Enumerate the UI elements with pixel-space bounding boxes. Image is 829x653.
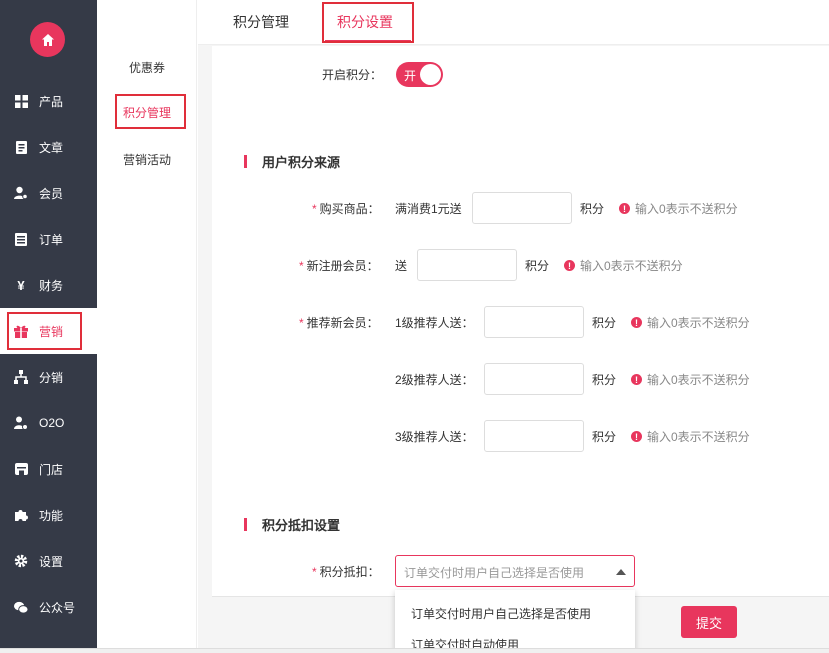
yen-icon: ¥ xyxy=(17,277,25,293)
sidebar-item-o2o[interactable]: O2O xyxy=(0,400,97,446)
toggle-label: 开 xyxy=(404,69,417,83)
hint: ! 输入0表示不送积分 xyxy=(631,428,750,445)
unit-label: 积分 xyxy=(592,316,617,330)
caret-up-icon xyxy=(616,569,626,575)
home-icon xyxy=(41,33,54,46)
section-title-points-source: 用户积分来源 xyxy=(244,152,340,171)
user-icon xyxy=(14,186,28,200)
sidebar-item-finance[interactable]: ¥ 财务 xyxy=(0,262,97,308)
gear-icon xyxy=(14,554,28,568)
sidebar-item-label: 订单 xyxy=(39,232,64,247)
sidebar-item-settings[interactable]: 设置 xyxy=(0,538,97,584)
referral-label: * 推荐新会员： xyxy=(299,316,379,330)
sidebar-item-label: 文章 xyxy=(39,140,64,155)
list-icon xyxy=(14,232,28,246)
section-marker xyxy=(244,155,247,168)
tab-points-settings[interactable]: 积分设置 xyxy=(337,12,393,32)
info-icon: ! xyxy=(631,317,642,328)
referral-level2-label: 2级推荐人送： xyxy=(395,373,474,387)
sidebar-item-distribution[interactable]: 分销 xyxy=(0,354,97,400)
referral-level1-input[interactable] xyxy=(484,306,584,338)
register-prefix: 送 xyxy=(395,259,408,273)
gift-icon xyxy=(14,324,28,338)
sidebar-item-label: 分销 xyxy=(39,370,64,385)
puzzle-icon xyxy=(14,508,28,522)
sidebar-item-label: 门店 xyxy=(39,462,64,477)
sidebar-item-label: 产品 xyxy=(39,94,64,109)
section-title-text: 用户积分来源 xyxy=(262,155,341,170)
sidebar-item-members[interactable]: 会员 xyxy=(0,170,97,216)
wechat-icon xyxy=(14,600,28,614)
bottom-scrollbar xyxy=(0,648,829,653)
sidebar-item-label: O2O xyxy=(39,416,65,430)
sidebar-item-stores[interactable]: 门店 xyxy=(0,446,97,492)
hint: ! 输入0表示不送积分 xyxy=(631,371,750,388)
sidebar-item-label: 功能 xyxy=(39,508,64,523)
sidebar-item-articles[interactable]: 文章 xyxy=(0,124,97,170)
sidebar: 产品 文章 会员 订单 ¥ 财务 营销 分销 O2O 门店 功能 设置 公众号 xyxy=(0,0,97,653)
sidebar-item-label: 设置 xyxy=(39,554,64,569)
sidebar-item-label: 财务 xyxy=(39,278,64,293)
sidebar-item-products[interactable]: 产品 xyxy=(0,78,97,124)
register-label: * 新注册会员： xyxy=(299,259,379,273)
referral-level1-label: 1级推荐人送： xyxy=(395,316,474,330)
referral-level2-input[interactable] xyxy=(484,363,584,395)
store-icon xyxy=(14,462,28,476)
subnav-item-points-management[interactable]: 积分管理 xyxy=(97,104,197,121)
hierarchy-icon xyxy=(14,370,28,384)
register-points-input[interactable] xyxy=(417,249,517,281)
section-title-text: 积分抵扣设置 xyxy=(262,518,341,533)
deduction-dropdown: 订单交付时用户自己选择是否使用 订单交付时自动使用 xyxy=(395,590,635,653)
section-marker xyxy=(244,518,247,531)
document-icon xyxy=(14,140,28,154)
unit-label: 积分 xyxy=(592,430,617,444)
info-icon: ! xyxy=(564,260,575,271)
sidebar-item-marketing[interactable]: 营销 xyxy=(0,308,97,354)
sidebar-item-label: 公众号 xyxy=(39,600,76,615)
sidebar-item-label: 会员 xyxy=(39,186,64,201)
home-button[interactable] xyxy=(30,22,65,57)
enable-points-label: 开启积分： xyxy=(322,68,383,82)
sidebar-item-label: 营销 xyxy=(39,324,64,339)
tab-points-management[interactable]: 积分管理 xyxy=(233,12,289,32)
purchase-points-input[interactable] xyxy=(472,192,572,224)
select-value: 订单交付时用户自己选择是否使用 xyxy=(404,566,585,580)
toggle-knob xyxy=(420,64,441,85)
referral-level3-label: 3级推荐人送： xyxy=(395,430,474,444)
section-title-deduction: 积分抵扣设置 xyxy=(244,515,340,534)
purchase-prefix: 满消费1元送 xyxy=(395,202,462,216)
info-icon: ! xyxy=(631,431,642,442)
hint: ! 输入0表示不送积分 xyxy=(619,200,738,217)
grid-icon xyxy=(14,94,28,108)
user-gear-icon xyxy=(14,416,28,430)
tab-active-indicator xyxy=(325,40,411,42)
sidebar-item-wechat[interactable]: 公众号 xyxy=(0,584,97,630)
sidebar-item-orders[interactable]: 订单 xyxy=(0,216,97,262)
enable-points-toggle[interactable]: 开 xyxy=(396,62,443,87)
info-icon: ! xyxy=(631,374,642,385)
info-icon: ! xyxy=(619,203,630,214)
deduction-select[interactable]: 订单交付时用户自己选择是否使用 xyxy=(395,555,635,587)
subnav-item-coupons[interactable]: 优惠券 xyxy=(97,59,197,76)
submit-button[interactable]: 提交 xyxy=(681,606,737,638)
tab-bar: 积分管理 积分设置 xyxy=(198,0,829,45)
dropdown-option[interactable]: 订单交付时用户自己选择是否使用 xyxy=(411,605,591,622)
sidebar-item-functions[interactable]: 功能 xyxy=(0,492,97,538)
sub-navigation: 优惠券 积分管理 营销活动 xyxy=(97,0,197,653)
unit-label: 积分 xyxy=(580,202,605,216)
purchase-label: * 购买商品： xyxy=(312,202,380,216)
unit-label: 积分 xyxy=(592,373,617,387)
subnav-item-marketing-activities[interactable]: 营销活动 xyxy=(97,151,197,168)
hint: ! 输入0表示不送积分 xyxy=(631,314,750,331)
hint: ! 输入0表示不送积分 xyxy=(564,257,683,274)
unit-label: 积分 xyxy=(525,259,550,273)
referral-level3-input[interactable] xyxy=(484,420,584,452)
deduction-label: * 积分抵扣： xyxy=(312,565,380,579)
